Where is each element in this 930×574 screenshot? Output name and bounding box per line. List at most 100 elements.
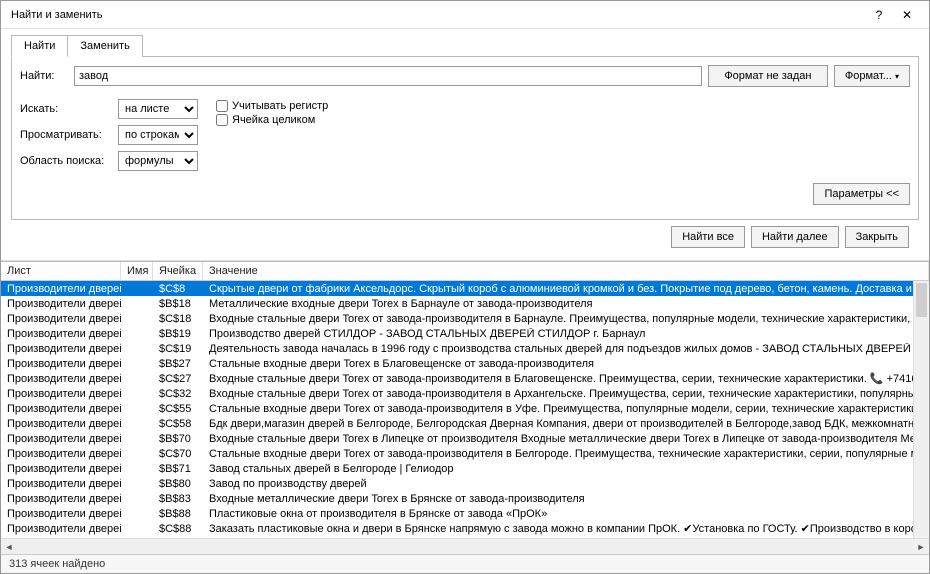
search-panel: Найти Заменить Найти: Формат не задан Фо… xyxy=(1,29,929,261)
look-by-select[interactable]: по строкам xyxy=(118,125,198,145)
form-area: Найти: Формат не задан Формат... ▾ Искат… xyxy=(11,57,919,220)
table-row[interactable]: Производители дверей $C$58Бдк двери,магаз… xyxy=(1,416,929,431)
whole-cell-checkbox[interactable] xyxy=(216,114,228,126)
help-icon[interactable]: ? xyxy=(865,8,893,22)
col-value[interactable]: Значение xyxy=(203,262,929,280)
search-in-select[interactable]: на листе xyxy=(118,99,198,119)
find-next-button[interactable]: Найти далее xyxy=(751,226,839,248)
label-look-by: Просматривать: xyxy=(20,129,112,141)
cell-ref: $B$70 xyxy=(153,433,203,445)
table-row[interactable]: Производители дверей$C$27Входные стальны… xyxy=(1,371,929,386)
cell-sheet: Производители дверей xyxy=(1,448,121,460)
cell-ref: $B$19 xyxy=(153,328,203,340)
cell-value: Входные стальные двери Torex в Липецке о… xyxy=(203,433,929,445)
cell-sheet: Производители дверей xyxy=(1,403,121,415)
cell-ref: $C$27 xyxy=(153,373,203,385)
table-row[interactable]: Производители дверей $B$18Металлические в… xyxy=(1,296,929,311)
title-bar: Найти и заменить ? ✕ xyxy=(1,1,929,29)
cell-value: Бдк двери,магазин дверей в Белгороде, Бе… xyxy=(203,418,929,430)
cell-ref: $B$27 xyxy=(153,358,203,370)
table-row[interactable]: Производители дверей $B$80Завод по произв… xyxy=(1,476,929,491)
cell-value: Пластиковые окна от производителя в Брян… xyxy=(203,508,929,520)
scroll-left-icon[interactable]: ◄ xyxy=(1,542,17,552)
table-row[interactable]: Производители дверей $B$83Входные металли… xyxy=(1,491,929,506)
find-input[interactable] xyxy=(74,66,702,86)
tab-find[interactable]: Найти xyxy=(11,35,68,57)
cell-sheet: Производители дверей xyxy=(1,388,121,400)
cell-ref: $B$18 xyxy=(153,298,203,310)
cell-ref: $C$19 xyxy=(153,343,203,355)
cell-value: Завод по производству дверей xyxy=(203,478,929,490)
look-area-select[interactable]: формулы xyxy=(118,151,198,171)
vertical-scrollbar[interactable] xyxy=(913,281,929,538)
table-row[interactable]: Производители дверей$C$70Стальные входны… xyxy=(1,446,929,461)
cell-sheet: Производители дверей xyxy=(1,418,121,430)
cell-value: Входные металлические двери Torex в Брян… xyxy=(203,493,929,505)
label-search-in: Искать: xyxy=(20,103,112,115)
cell-ref: $C$55 xyxy=(153,403,203,415)
cell-value: Скрытые двери от фабрики Аксельдорс. Скр… xyxy=(203,283,929,295)
params-button[interactable]: Параметры << xyxy=(813,183,910,205)
table-row[interactable]: Производители дверей $B$70Входные стальны… xyxy=(1,431,929,446)
cell-ref: $C$58 xyxy=(153,418,203,430)
cell-value: Деятельность завода началась в 1996 году… xyxy=(203,343,929,355)
close-button[interactable]: Закрыть xyxy=(845,226,909,248)
col-sheet[interactable]: Лист xyxy=(1,262,121,280)
results-body[interactable]: Производители дверей $C$8Скрытые двери от… xyxy=(1,281,929,538)
cell-sheet: Производители дверей xyxy=(1,493,121,505)
cell-sheet: Производители дверей xyxy=(1,298,121,310)
window-title: Найти и заменить xyxy=(9,9,865,21)
results-header[interactable]: Лист Имя Ячейка Значение xyxy=(1,262,929,281)
cell-ref: $B$71 xyxy=(153,463,203,475)
whole-cell-check[interactable]: Ячейка целиком xyxy=(216,114,328,126)
cell-sheet: Производители дверей xyxy=(1,313,121,325)
match-case-label: Учитывать регистр xyxy=(232,100,328,112)
tab-replace[interactable]: Заменить xyxy=(67,35,142,57)
cell-value: Металлические входные двери Torex в Барн… xyxy=(203,298,929,310)
status-bar: 313 ячеек найдено xyxy=(1,554,929,573)
table-row[interactable]: Производители дверей$C$88Заказать пласти… xyxy=(1,521,929,536)
cell-ref: $B$88 xyxy=(153,508,203,520)
table-row[interactable]: Производители дверей$B$124Ковровская фаб… xyxy=(1,536,929,538)
table-row[interactable]: Производители дверей$C$55Стальные входны… xyxy=(1,401,929,416)
cell-sheet: Производители дверей xyxy=(1,433,121,445)
table-row[interactable]: Производители дверей$B$71Завод стальных … xyxy=(1,461,929,476)
table-row[interactable]: Производители дверей $B$88Пластиковые окн… xyxy=(1,506,929,521)
cell-ref: $B$83 xyxy=(153,493,203,505)
label-look-area: Область поиска: xyxy=(20,155,112,167)
cell-value: Стальные входные двери Torex в Благовеще… xyxy=(203,358,929,370)
format-display: Формат не задан xyxy=(708,65,828,87)
results-grid: Лист Имя Ячейка Значение Производители д… xyxy=(1,261,929,554)
cell-sheet: Производители дверей xyxy=(1,328,121,340)
whole-cell-label: Ячейка целиком xyxy=(232,114,315,126)
table-row[interactable]: Производители дверей$C$32Входные стальны… xyxy=(1,386,929,401)
cell-sheet: Производители дверей xyxy=(1,478,121,490)
cell-value: Завод стальных дверей в Белгороде | Гели… xyxy=(203,463,929,475)
cell-ref: $C$70 xyxy=(153,448,203,460)
horizontal-scrollbar[interactable]: ◄ ► xyxy=(1,538,929,554)
close-icon[interactable]: ✕ xyxy=(893,8,921,22)
table-row[interactable]: Производители дверей$C$19Деятельность за… xyxy=(1,341,929,356)
table-row[interactable]: Производители дверей$B$19Производство дв… xyxy=(1,326,929,341)
cell-ref: $C$8 xyxy=(153,283,203,295)
scroll-thumb[interactable] xyxy=(916,283,927,317)
col-cell[interactable]: Ячейка xyxy=(153,262,203,280)
table-row[interactable]: Производители дверей$B$27Стальные входны… xyxy=(1,356,929,371)
label-find: Найти: xyxy=(20,70,68,82)
match-case-checkbox[interactable] xyxy=(216,100,228,112)
cell-sheet: Производители дверей xyxy=(1,508,121,520)
action-buttons: Найти все Найти далее Закрыть xyxy=(11,220,919,254)
find-all-button[interactable]: Найти все xyxy=(671,226,745,248)
cell-value: Ковровская фабрика межкомнатных дверей "… xyxy=(203,538,929,539)
table-row[interactable]: Производители дверей$C$18Входные стальны… xyxy=(1,311,929,326)
cell-ref: $C$18 xyxy=(153,313,203,325)
table-row[interactable]: Производители дверей $C$8Скрытые двери от… xyxy=(1,281,929,296)
format-button[interactable]: Формат... ▾ xyxy=(834,65,910,87)
cell-sheet: Производители дверей xyxy=(1,373,121,385)
cell-sheet: Производители дверей xyxy=(1,283,121,295)
cell-ref: $B$80 xyxy=(153,478,203,490)
match-case-check[interactable]: Учитывать регистр xyxy=(216,100,328,112)
cell-value: Заказать пластиковые окна и двери в Брян… xyxy=(203,522,929,535)
scroll-right-icon[interactable]: ► xyxy=(913,542,929,552)
col-name[interactable]: Имя xyxy=(121,262,153,280)
